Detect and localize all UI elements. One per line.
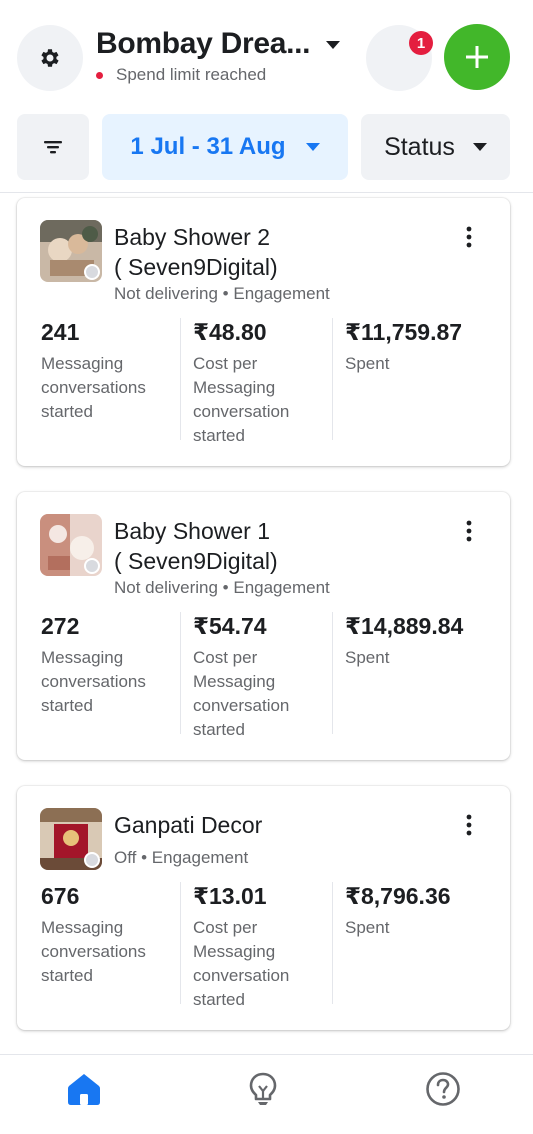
filter-lines-icon (44, 141, 62, 154)
plus-icon (466, 46, 488, 68)
metric-results: 241 Messaging conversations started (41, 319, 181, 424)
campaign-card[interactable]: Ganpati Decor Off • Engagement 676 Messa… (17, 786, 510, 1030)
status-dot (84, 852, 100, 868)
campaign-name: Ganpati Decor (114, 812, 263, 838)
settings-button[interactable] (17, 25, 83, 91)
more-options-button[interactable] (459, 224, 479, 250)
metric-label: Messaging conversations started (41, 918, 146, 985)
metric-value: ₹13.01 (193, 883, 267, 909)
metric-value: ₹54.74 (193, 613, 267, 639)
metric-value: 272 (41, 613, 80, 639)
campaign-subtitle: Not delivering • Engagement (114, 284, 330, 303)
delivery-status: Not delivering (114, 578, 218, 597)
header: Bombay Drea... Spend limit reached 1 (0, 0, 533, 100)
metric-value: 676 (41, 883, 80, 909)
metric-value: ₹8,796.36 (345, 883, 451, 909)
campaign-card[interactable]: Baby Shower 1 ( Seven9Digital) Not deliv… (17, 492, 510, 760)
metric-label: Messaging conversations started (41, 354, 146, 421)
metric-spent: ₹8,796.36 Spent (345, 883, 495, 940)
caret-down-icon (305, 142, 320, 151)
campaign-name: Baby Shower 2 ( Seven9Digital) (114, 224, 278, 280)
gear-icon (41, 49, 59, 67)
campaign-objective: Engagement (151, 848, 249, 867)
notification-badge: 1 (409, 31, 433, 55)
date-range-label: 1 Jul - 31 Aug (130, 133, 286, 160)
campaign-card[interactable]: Baby Shower 2 ( Seven9Digital) Not deliv… (17, 198, 510, 466)
account-status-text: Spend limit reached (116, 65, 267, 84)
status-dot (84, 264, 100, 280)
metric-cost: ₹13.01 Cost per Messaging conversation s… (193, 883, 333, 1012)
help-icon (426, 1072, 460, 1106)
metric-value: ₹11,759.87 (345, 319, 463, 345)
caret-down-icon (326, 40, 341, 49)
lightbulb-icon (249, 1072, 277, 1105)
home-icon (68, 1074, 100, 1105)
metric-label: Cost per Messaging conversation started (193, 648, 290, 739)
metric-results: 272 Messaging conversations started (41, 613, 181, 718)
metric-label: Messaging conversations started (41, 648, 146, 715)
nav-help[interactable] (423, 1069, 463, 1109)
metric-label: Cost per Messaging conversation started (193, 918, 290, 1009)
more-options-button[interactable] (459, 518, 479, 544)
caret-down-icon (472, 142, 487, 151)
delivery-status: Off (114, 848, 137, 867)
metric-label: Spent (345, 918, 390, 937)
more-options-button[interactable] (459, 812, 479, 838)
more-vertical-icon (466, 226, 472, 248)
metric-divider (332, 882, 333, 1004)
metric-divider (332, 318, 333, 440)
campaign-name: Baby Shower 1 ( Seven9Digital) (114, 518, 278, 574)
bottom-nav (0, 1055, 533, 1134)
metric-value: 241 (41, 319, 80, 345)
metric-label: Spent (345, 648, 390, 667)
campaign-subtitle: Off • Engagement (114, 848, 249, 867)
status-filter-button[interactable]: Status (361, 114, 510, 180)
metric-divider (332, 612, 333, 734)
metric-divider (180, 612, 181, 734)
create-button[interactable] (444, 24, 510, 90)
metric-cost: ₹54.74 Cost per Messaging conversation s… (193, 613, 333, 742)
metric-results: 676 Messaging conversations started (41, 883, 181, 988)
campaign-objective: Engagement (233, 578, 330, 597)
metric-divider (180, 318, 181, 440)
metric-divider (180, 882, 181, 1004)
account-name: Bombay Drea... (96, 27, 311, 60)
campaign-objective: Engagement (233, 284, 330, 303)
account-status: Spend limit reached (96, 65, 266, 85)
status-filter-label: Status (384, 132, 455, 161)
metric-spent: ₹14,889.84 Spent (345, 613, 495, 670)
divider (0, 192, 533, 193)
metric-label: Spent (345, 354, 390, 373)
alert-dot-icon (96, 71, 103, 79)
metric-label: Cost per Messaging conversation started (193, 354, 290, 445)
filter-bar: 1 Jul - 31 Aug Status (0, 114, 533, 182)
account-selector[interactable]: Bombay Drea... (96, 27, 341, 61)
nav-home[interactable] (64, 1069, 104, 1109)
date-range-button[interactable]: 1 Jul - 31 Aug (102, 114, 348, 180)
metric-spent: ₹11,759.87 Spent (345, 319, 495, 376)
metric-value: ₹14,889.84 (345, 613, 464, 639)
delivery-status: Not delivering (114, 284, 218, 303)
nav-insights[interactable] (243, 1069, 283, 1109)
status-dot (84, 558, 100, 574)
campaign-subtitle: Not delivering • Engagement (114, 578, 330, 597)
metric-cost: ₹48.80 Cost per Messaging conversation s… (193, 319, 333, 448)
metric-value: ₹48.80 (193, 319, 267, 345)
more-vertical-icon (466, 520, 472, 542)
more-vertical-icon (466, 814, 472, 836)
filter-button[interactable] (17, 114, 89, 180)
